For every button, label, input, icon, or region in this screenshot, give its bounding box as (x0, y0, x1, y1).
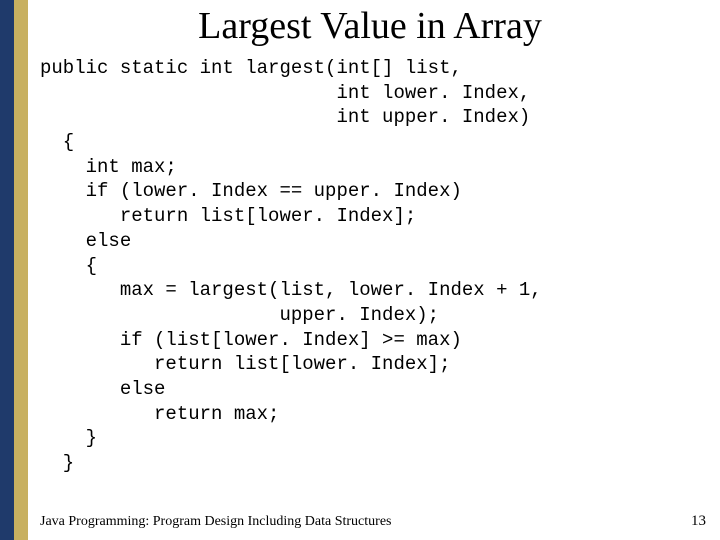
left-stripe-light (14, 0, 28, 540)
code-block: public static int largest(int[] list, in… (40, 56, 710, 476)
footer-text: Java Programming: Program Design Includi… (40, 514, 391, 530)
slide: Largest Value in Array public static int… (0, 0, 720, 540)
page-number: 13 (691, 513, 706, 530)
slide-title: Largest Value in Array (40, 4, 700, 48)
left-stripe-dark (0, 0, 14, 540)
